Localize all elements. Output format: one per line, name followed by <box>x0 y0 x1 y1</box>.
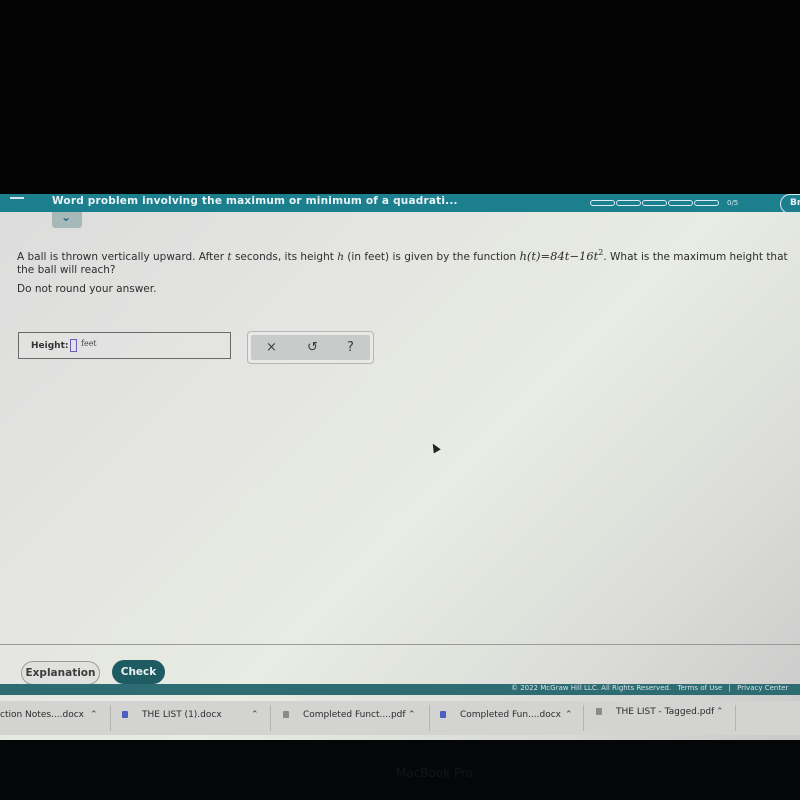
download-item[interactable]: THE LIST - Tagged.pdf <box>596 707 714 717</box>
download-item[interactable]: Completed Funct....pdf <box>283 710 406 720</box>
chevron-up-icon[interactable]: ⌃ <box>565 710 573 720</box>
help-icon[interactable]: ? <box>347 340 354 355</box>
progress-segment <box>642 200 667 206</box>
check-button[interactable]: Check <box>112 660 165 684</box>
progress-segment <box>616 200 641 206</box>
answer-tools: × ↺ ? <box>247 331 374 364</box>
terms-link[interactable]: Terms of Use <box>677 684 722 692</box>
progress-segment <box>694 200 719 206</box>
chevron-down-icon: ⌄ <box>61 210 72 224</box>
privacy-link[interactable]: Privacy Center <box>737 684 788 692</box>
progress-bar <box>590 200 719 206</box>
top-right-button[interactable]: Br <box>780 194 800 214</box>
topic-title: Word problem involving the maximum or mi… <box>52 195 458 207</box>
chevron-up-icon[interactable]: ⌃ <box>90 710 98 720</box>
download-item[interactable]: Completed Fun....docx <box>440 710 561 720</box>
unit-label: feet <box>81 339 97 348</box>
browser-screen: Word problem involving the maximum or mi… <box>0 194 800 740</box>
undo-icon[interactable]: ↺ <box>307 340 318 355</box>
device-label: MacBook Pro <box>396 766 474 780</box>
download-item[interactable]: THE LIST (1).docx <box>122 710 222 720</box>
pdf-file-icon <box>596 708 602 715</box>
pdf-file-icon <box>283 711 289 718</box>
instruction-text: Do not round your answer. <box>17 283 157 295</box>
question-text: A ball is thrown vertically upward. Afte… <box>17 248 788 276</box>
collapse-tab[interactable]: ⌄ <box>52 210 82 228</box>
downloads-bar: ction Notes....docx ⌃ THE LIST (1).docx … <box>0 701 800 735</box>
height-input[interactable] <box>70 339 77 352</box>
copyright-text: © 2022 McGraw Hill LLC. All Rights Reser… <box>511 684 672 692</box>
progress-segment <box>668 200 693 206</box>
chevron-up-icon[interactable]: ⌃ <box>251 710 259 720</box>
progress-segment <box>590 200 615 206</box>
height-label: Height: <box>31 341 69 351</box>
explanation-button[interactable]: Explanation <box>21 661 100 685</box>
docx-file-icon <box>440 711 446 718</box>
topic-header-bar: Word problem involving the maximum or mi… <box>0 194 800 214</box>
variable-h: h <box>337 250 344 263</box>
docx-file-icon <box>122 711 128 718</box>
footer-separator: | <box>728 684 731 692</box>
clear-icon[interactable]: × <box>266 340 277 355</box>
progress-count: 0/5 <box>727 199 739 207</box>
divider <box>0 644 800 645</box>
download-item[interactable]: ction Notes....docx <box>0 710 84 720</box>
hamburger-icon[interactable] <box>10 197 24 199</box>
camera-dark-area <box>0 0 800 194</box>
answer-area: Height: feet <box>18 332 231 359</box>
function-expression: h(t)=84t−16t2 <box>519 248 604 263</box>
mouse-cursor-icon <box>429 441 441 454</box>
chevron-up-icon[interactable]: ⌃ <box>716 707 724 717</box>
footer-bar: © 2022 McGraw Hill LLC. All Rights Reser… <box>0 684 800 695</box>
chevron-up-icon[interactable]: ⌃ <box>408 710 416 720</box>
